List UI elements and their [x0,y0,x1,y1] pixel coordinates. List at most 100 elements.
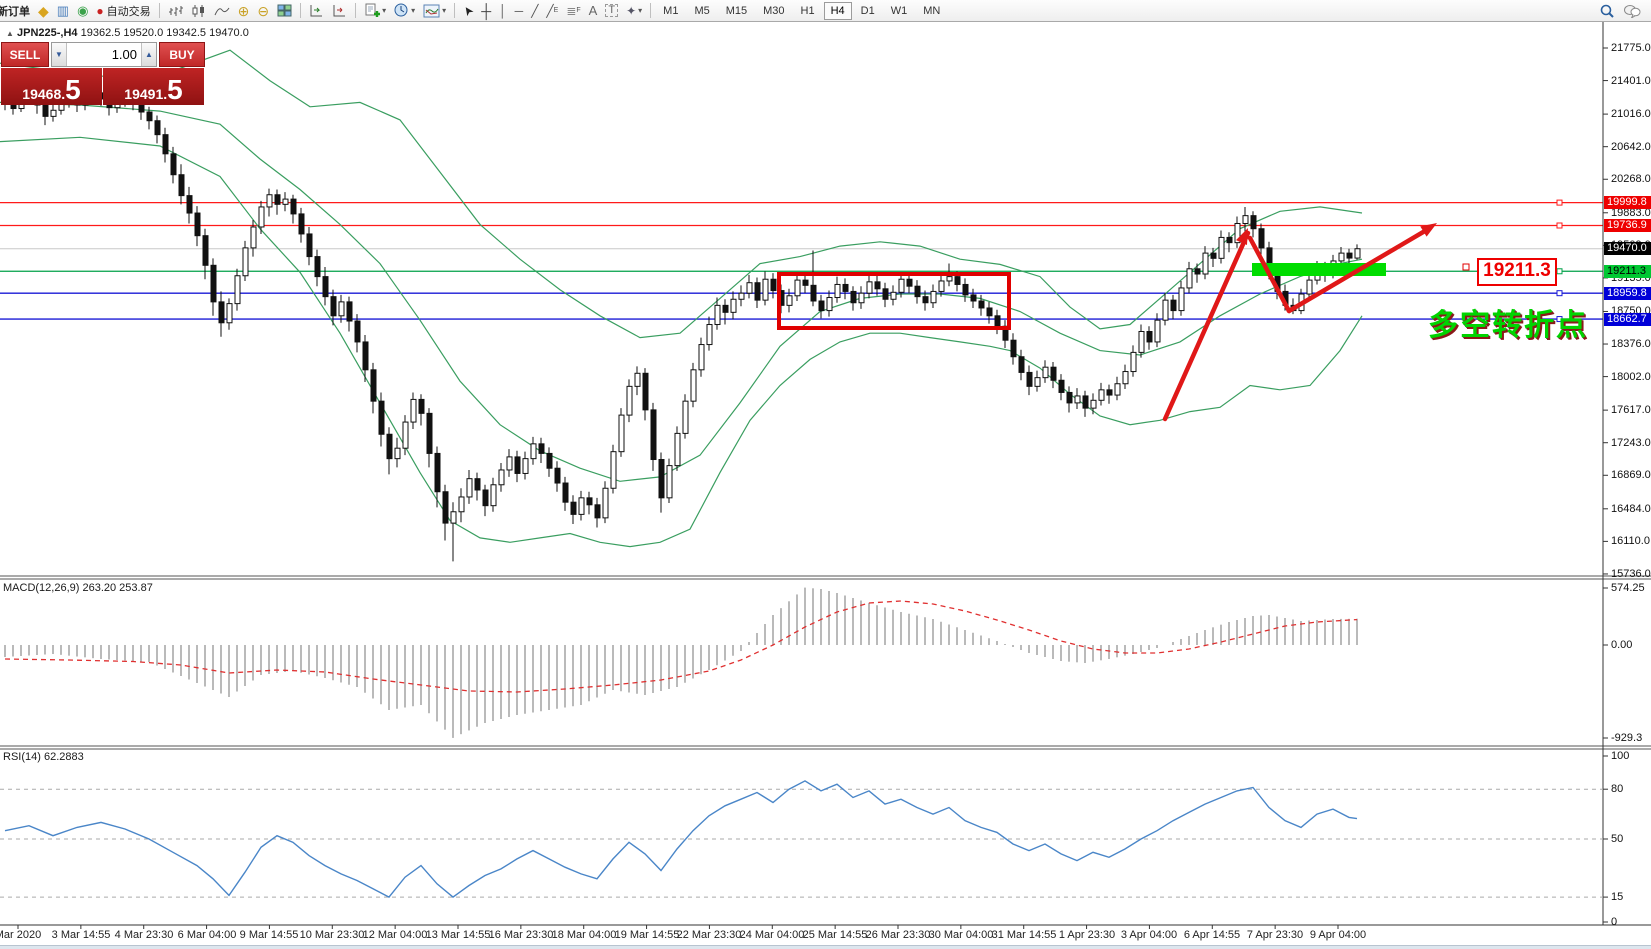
candle [1170,299,1177,312]
candle [994,315,1001,327]
candle [802,279,809,286]
vertical-line-tool[interactable]: │ [495,1,511,20]
candle [866,281,873,294]
buy-button[interactable]: BUY [159,42,205,67]
date-label: 4 Mar 23:30 [114,929,174,941]
new-chart-button[interactable]: ▾ [360,1,390,20]
rsi-value: 62.2883 [43,751,84,763]
candle [538,443,545,454]
chart-canvas[interactable] [0,0,1651,949]
volume-up-button[interactable]: ▲ [141,43,156,66]
level-badge: 19211.3 [1604,265,1651,278]
fibonacci-tool[interactable]: ≣ F [562,1,584,20]
horizontal-line-tool[interactable]: ─ [511,1,528,20]
toolbar-separator [650,3,652,18]
candle [298,213,305,235]
crosshair-tool[interactable]: ┼ [477,1,495,20]
candle [1042,366,1049,379]
level-badge: 19999.8 [1604,196,1651,209]
candle [746,282,753,294]
search-button[interactable] [1595,1,1619,20]
candle [490,484,497,507]
candle [330,296,337,317]
timeframe-m15[interactable]: M15 [719,2,754,20]
price-tick: 18376.0 [1611,338,1651,350]
timeframe-m1[interactable]: M1 [656,2,685,20]
indicators-button[interactable]: ▾ [419,1,450,20]
candle [450,511,457,524]
signals-icon[interactable]: ◉ [73,1,92,20]
date-label: 10 Mar 23:30 [299,929,365,941]
candle [322,276,329,298]
candle [818,300,825,312]
metaeditor-icon[interactable]: ◆ [34,1,53,20]
date-label: 3 Apr 04:00 [1120,929,1178,941]
one-click-trading-panel: SELL ▼ 1.00 ▲ BUY 19468. 5 19491. 5 [1,42,205,105]
sell-button[interactable]: SELL [1,42,49,67]
period-clock-button[interactable]: ▾ [390,1,419,20]
tile-windows-icon[interactable] [273,1,296,20]
rsi-name: RSI(14) [3,751,41,763]
timeframe-w1[interactable]: W1 [884,2,915,20]
candle [1306,279,1313,295]
channel-tool[interactable]: ╱ E [542,1,562,20]
sell-price-display[interactable]: 19468. 5 [1,68,102,105]
zoom-out-icon[interactable]: ⊖ [253,1,273,20]
price-tick: 17243.0 [1611,437,1651,449]
candle [1154,319,1161,343]
trendline-tool[interactable]: ╱ [527,1,542,20]
arrows-tool[interactable]: ✦ ▾ [622,1,646,20]
candle-chart-icon[interactable] [187,1,210,20]
candle [602,487,609,519]
candle [690,369,697,402]
channel-sub: E [553,7,559,14]
timeframe-h1[interactable]: H1 [794,2,822,20]
buy-price-big-digit: 5 [167,73,183,105]
new-order-button[interactable]: 新订单 [0,1,34,20]
candle [642,372,649,411]
market-watch-icon[interactable]: ▥ [53,1,73,20]
search-icon [1600,4,1614,18]
autotrade-button[interactable]: ● 自动交易 [92,1,154,20]
candle [762,278,769,301]
date-label: 1 Apr 23:30 [1058,929,1116,941]
candle [1186,268,1193,289]
crosshair-icon: ┼ [481,2,492,19]
candle [378,400,385,435]
text-label-tool[interactable]: T [601,1,622,20]
buy-price-main: 19491. [124,86,168,102]
timeframe-d1[interactable]: D1 [854,2,882,20]
ohlc-high: 19520.0 [123,27,164,39]
tiles-glyph [277,4,292,17]
expander-icon[interactable]: ▲ [6,29,14,38]
timeframe-mn[interactable]: MN [916,2,947,20]
candle [1138,330,1145,353]
auto-scroll-icon[interactable] [328,1,351,20]
date-label: 16 Mar 23:30 [488,929,554,941]
volume-input[interactable]: 1.00 [67,43,141,66]
candle [354,320,361,343]
timeframe-m30[interactable]: M30 [756,2,791,20]
window-icon: ▥ [56,3,70,18]
candle [178,174,185,197]
candle [346,301,353,322]
line-chart-icon[interactable] [210,1,234,20]
bar-chart-icon[interactable] [164,1,187,20]
timeframe-m5[interactable]: M5 [687,2,716,20]
candle [1146,330,1153,343]
text-tool[interactable]: A [585,1,602,20]
candle [698,344,705,371]
volume-down-button[interactable]: ▼ [52,43,67,66]
chart-shift-icon[interactable] [305,1,328,20]
buy-price-display[interactable]: 19491. 5 [103,68,204,105]
rsi-axis-label: 15 [1611,891,1624,903]
candle [1258,228,1265,249]
candle [1098,389,1105,401]
timeframe-h4[interactable]: H4 [823,1,852,20]
cursor-tool[interactable]: ➤ [459,1,477,20]
zoom-out-glyph: ⊖ [257,2,270,19]
chat-button[interactable] [1619,1,1645,20]
symbol-name: JPN225-,H4 [16,27,78,39]
zoom-in-icon[interactable]: ⊕ [234,1,254,20]
clock-icon [394,3,408,17]
